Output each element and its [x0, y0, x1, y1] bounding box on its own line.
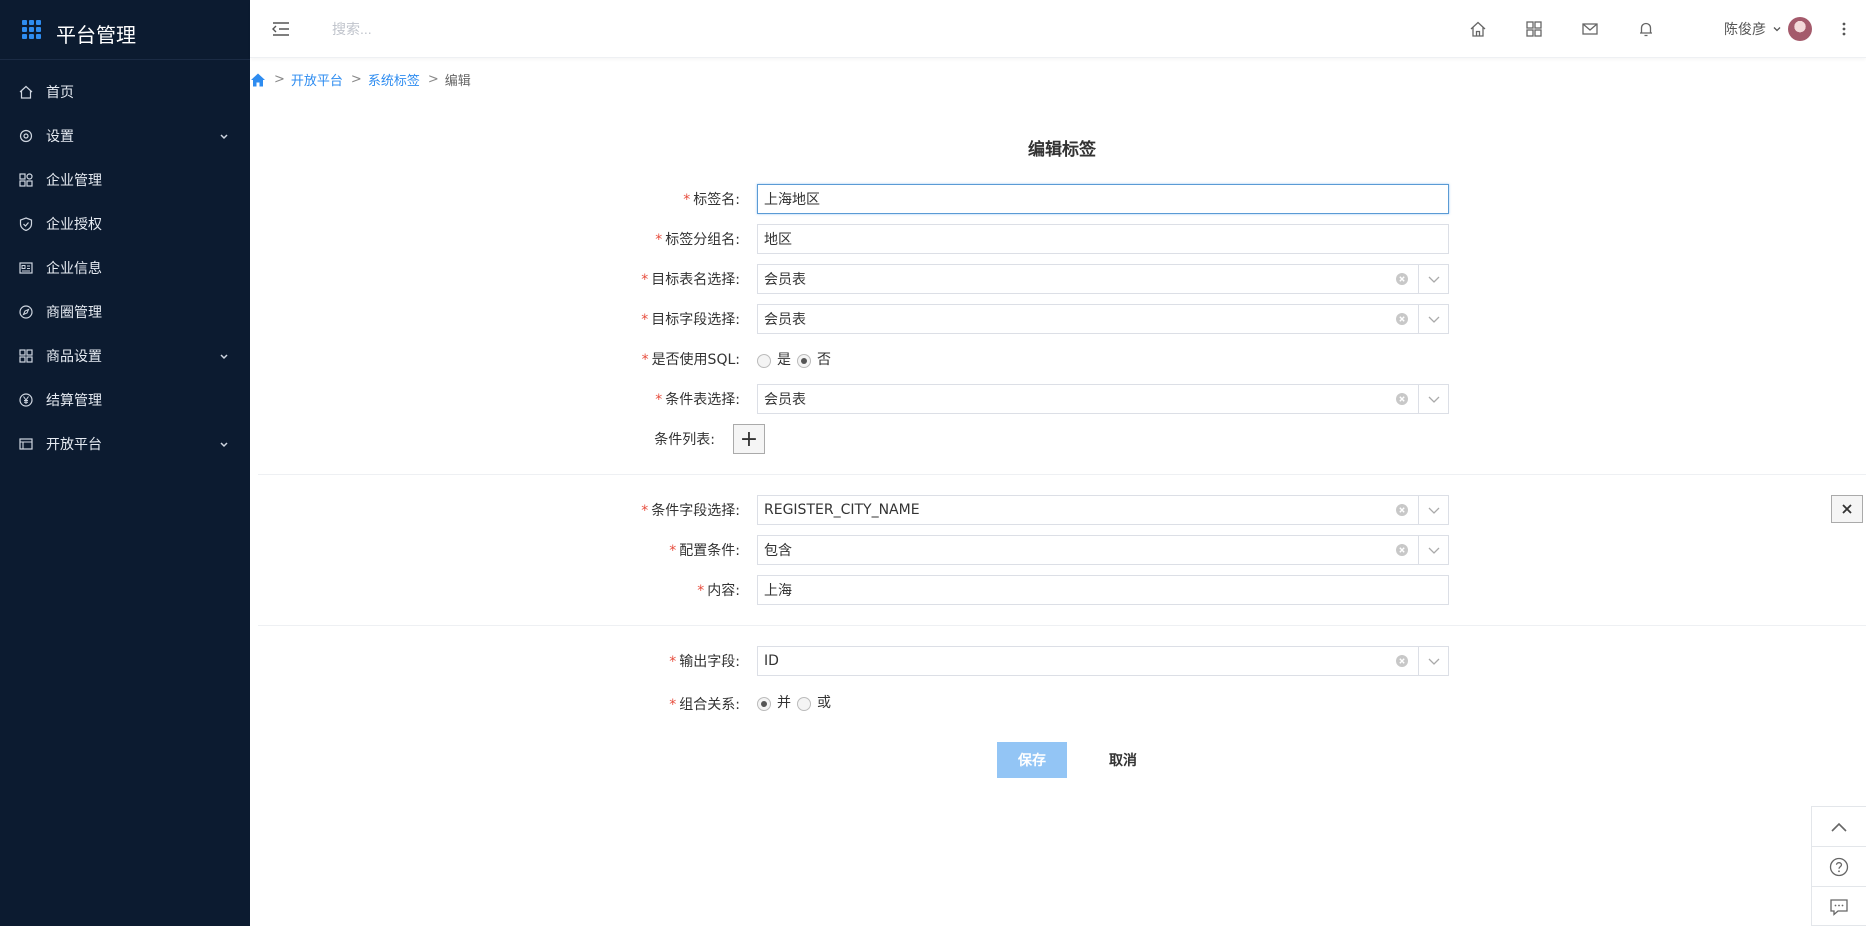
field-label: * 配置条件: [669, 543, 740, 559]
field-label: * 标签名: [683, 192, 740, 208]
form-row-config-cond: * 配置条件: 包含 [0, 534, 1866, 566]
radio-and[interactable] [757, 697, 771, 711]
breadcrumb-current: 编辑 [444, 74, 471, 89]
radio-yes[interactable] [757, 354, 771, 368]
field-label: * 标签分组名: [655, 232, 740, 248]
section-divider [258, 474, 1866, 475]
cond-table-select[interactable]: 会员表 [757, 384, 1449, 414]
chevron-down-icon [1772, 24, 1782, 34]
back-to-top-button[interactable] [1812, 807, 1866, 847]
field-label: * 内容: [697, 583, 740, 599]
form-row-tag-group: * 标签分组名: 地区 [0, 223, 1866, 255]
avatar [1788, 16, 1812, 41]
target-field-select[interactable]: 会员表 [757, 304, 1449, 334]
breadcrumb-separator: > [427, 72, 439, 87]
tag-name-input[interactable]: 上海地区 [757, 184, 1449, 214]
brand[interactable]: 平台管理 [0, 0, 250, 60]
target-table-select[interactable]: 会员表 [757, 264, 1449, 294]
field-label: * 条件表选择: [655, 392, 740, 408]
bell-icon[interactable] [1637, 20, 1655, 38]
chevron-down-icon[interactable] [1418, 496, 1448, 524]
cond-field-select[interactable]: REGISTER_CITY_NAME [757, 495, 1449, 525]
home-icon[interactable] [1469, 20, 1487, 38]
add-condition-button[interactable]: + [733, 424, 765, 454]
clear-icon[interactable] [1395, 312, 1409, 326]
sidebar-item-label: 首页 [46, 85, 74, 101]
clear-icon[interactable] [1395, 272, 1409, 286]
radio-label: 或 [817, 695, 831, 711]
chevron-down-icon[interactable] [1418, 305, 1448, 333]
field-label: * 目标表名选择: [641, 272, 740, 288]
sidebar-item-home[interactable]: 首页 [0, 70, 250, 114]
app-title: 平台管理 [56, 23, 136, 47]
mail-icon[interactable] [1581, 20, 1599, 38]
breadcrumb-link-open-platform[interactable]: 开放平台 [291, 70, 343, 89]
clear-icon[interactable] [1395, 654, 1409, 668]
clear-icon[interactable] [1395, 503, 1409, 517]
field-label: * 是否使用SQL: [641, 352, 740, 368]
chat-icon [1829, 897, 1849, 917]
field-label: * 目标字段选择: [641, 312, 740, 328]
plus-icon: + [739, 426, 759, 452]
output-field-select[interactable]: ID [757, 646, 1449, 676]
content-input[interactable]: 上海 [757, 575, 1449, 605]
form-row-tag-name: * 标签名: 上海地区 [0, 183, 1866, 215]
chevron-down-icon[interactable] [1418, 265, 1448, 293]
help-button[interactable] [1812, 847, 1866, 887]
form-row-combine: * 组合关系: 并 或 [0, 686, 1866, 718]
clear-icon[interactable] [1395, 543, 1409, 557]
more-vertical-icon[interactable] [1836, 20, 1852, 38]
field-label: 条件列表: [654, 432, 715, 448]
home-icon [18, 84, 34, 100]
use-sql-radio-group: 是 否 [757, 349, 837, 369]
form-row-target-field: * 目标字段选择: 会员表 [0, 303, 1866, 335]
breadcrumb: > 开放平台 > 系统标签 > 编辑 [250, 70, 471, 89]
combine-radio-group: 并 或 [757, 692, 837, 712]
radio-label: 否 [817, 352, 831, 368]
radio-no[interactable] [797, 354, 811, 368]
cancel-button[interactable]: 取消 [1105, 742, 1141, 778]
save-button[interactable]: 保存 [997, 742, 1067, 778]
feedback-button[interactable] [1812, 887, 1866, 927]
form-row-cond-field: * 条件字段选择: REGISTER_CITY_NAME [0, 494, 1866, 526]
menu-collapse-icon[interactable] [270, 18, 292, 40]
breadcrumb-link-system-tags[interactable]: 系统标签 [368, 70, 420, 89]
clear-icon[interactable] [1395, 392, 1409, 406]
floating-toolbar [1811, 806, 1866, 926]
form-row-use-sql: * 是否使用SQL: 是 否 [0, 343, 1866, 375]
breadcrumb-separator: > [274, 72, 285, 87]
user-name: 陈俊彦 [1724, 21, 1766, 38]
radio-or[interactable] [797, 697, 811, 711]
radio-label: 并 [777, 695, 791, 711]
breadcrumb-separator: > [350, 72, 362, 87]
config-cond-select[interactable]: 包含 [757, 535, 1449, 565]
top-header: 陈俊彦 [250, 0, 1866, 58]
grid-icon[interactable] [1525, 20, 1543, 38]
page-title: 编辑标签 [1028, 140, 1096, 160]
radio-label: 是 [777, 352, 791, 368]
section-divider [258, 625, 1866, 626]
form-row-output-field: * 输出字段: ID [0, 645, 1866, 677]
chevron-down-icon[interactable] [1418, 536, 1448, 564]
field-label: * 条件字段选择: [641, 503, 740, 519]
field-label: * 输出字段: [669, 654, 740, 670]
header-actions: 陈俊彦 [1450, 16, 1866, 41]
chevron-down-icon[interactable] [1418, 385, 1448, 413]
field-label: * 组合关系: [669, 697, 740, 713]
apps-grid-icon [22, 19, 42, 40]
form-row-target-table: * 目标表名选择: 会员表 [0, 263, 1866, 295]
chevron-down-icon[interactable] [1418, 647, 1448, 675]
form-row-cond-list: 条件列表: + [0, 423, 1866, 455]
help-icon [1829, 857, 1849, 877]
chevron-up-icon [1829, 820, 1849, 834]
home-icon[interactable] [250, 72, 266, 88]
search-input[interactable] [332, 20, 632, 37]
tag-group-input[interactable]: 地区 [757, 224, 1449, 254]
user-menu[interactable]: 陈俊彦 [1724, 16, 1812, 41]
form-row-cond-table: * 条件表选择: 会员表 [0, 383, 1866, 415]
form-row-content: * 内容: 上海 [0, 574, 1866, 606]
